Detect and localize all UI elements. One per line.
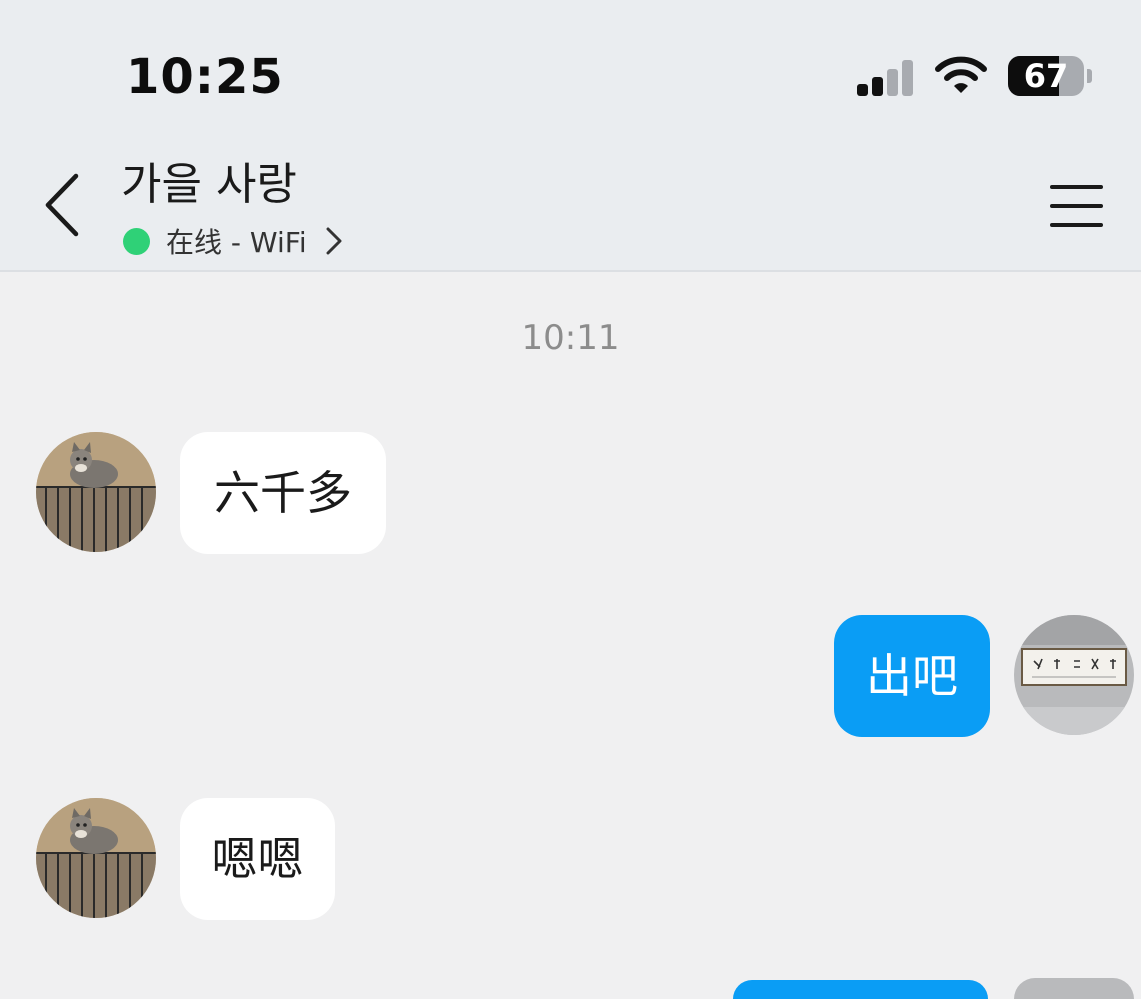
battery-level: 67 bbox=[1023, 57, 1069, 95]
user-avatar-partial[interactable] bbox=[1014, 978, 1134, 999]
back-arrow-icon[interactable] bbox=[38, 170, 84, 240]
message-bubble-received[interactable]: 六千多 bbox=[180, 432, 386, 554]
contact-avatar[interactable] bbox=[36, 798, 156, 918]
message-bubble-sent-partial[interactable] bbox=[733, 980, 988, 999]
chevron-right-icon bbox=[326, 227, 342, 255]
wifi-icon bbox=[935, 56, 987, 93]
battery-icon: 67 bbox=[1008, 56, 1084, 96]
top-bar: 10:25 67 가을 사랑 在线 - WiFi bbox=[0, 0, 1141, 272]
contact-status[interactable]: 在线 - WiFi bbox=[123, 222, 343, 260]
battery-cap bbox=[1087, 69, 1092, 83]
message-bubble-sent[interactable]: 出吧 bbox=[834, 615, 990, 737]
message-bubble-received[interactable]: 嗯嗯 bbox=[180, 798, 335, 920]
menu-icon[interactable] bbox=[1046, 180, 1106, 230]
signal-icon bbox=[857, 60, 915, 96]
message-timestamp: 10:11 bbox=[521, 318, 620, 358]
online-dot-icon bbox=[123, 227, 150, 255]
contact-name[interactable]: 가을 사랑 bbox=[121, 157, 297, 213]
status-text: 在线 - WiFi bbox=[166, 226, 307, 259]
status-time: 10:25 bbox=[126, 49, 284, 105]
user-avatar[interactable] bbox=[1014, 615, 1134, 735]
contact-avatar[interactable] bbox=[36, 432, 156, 552]
